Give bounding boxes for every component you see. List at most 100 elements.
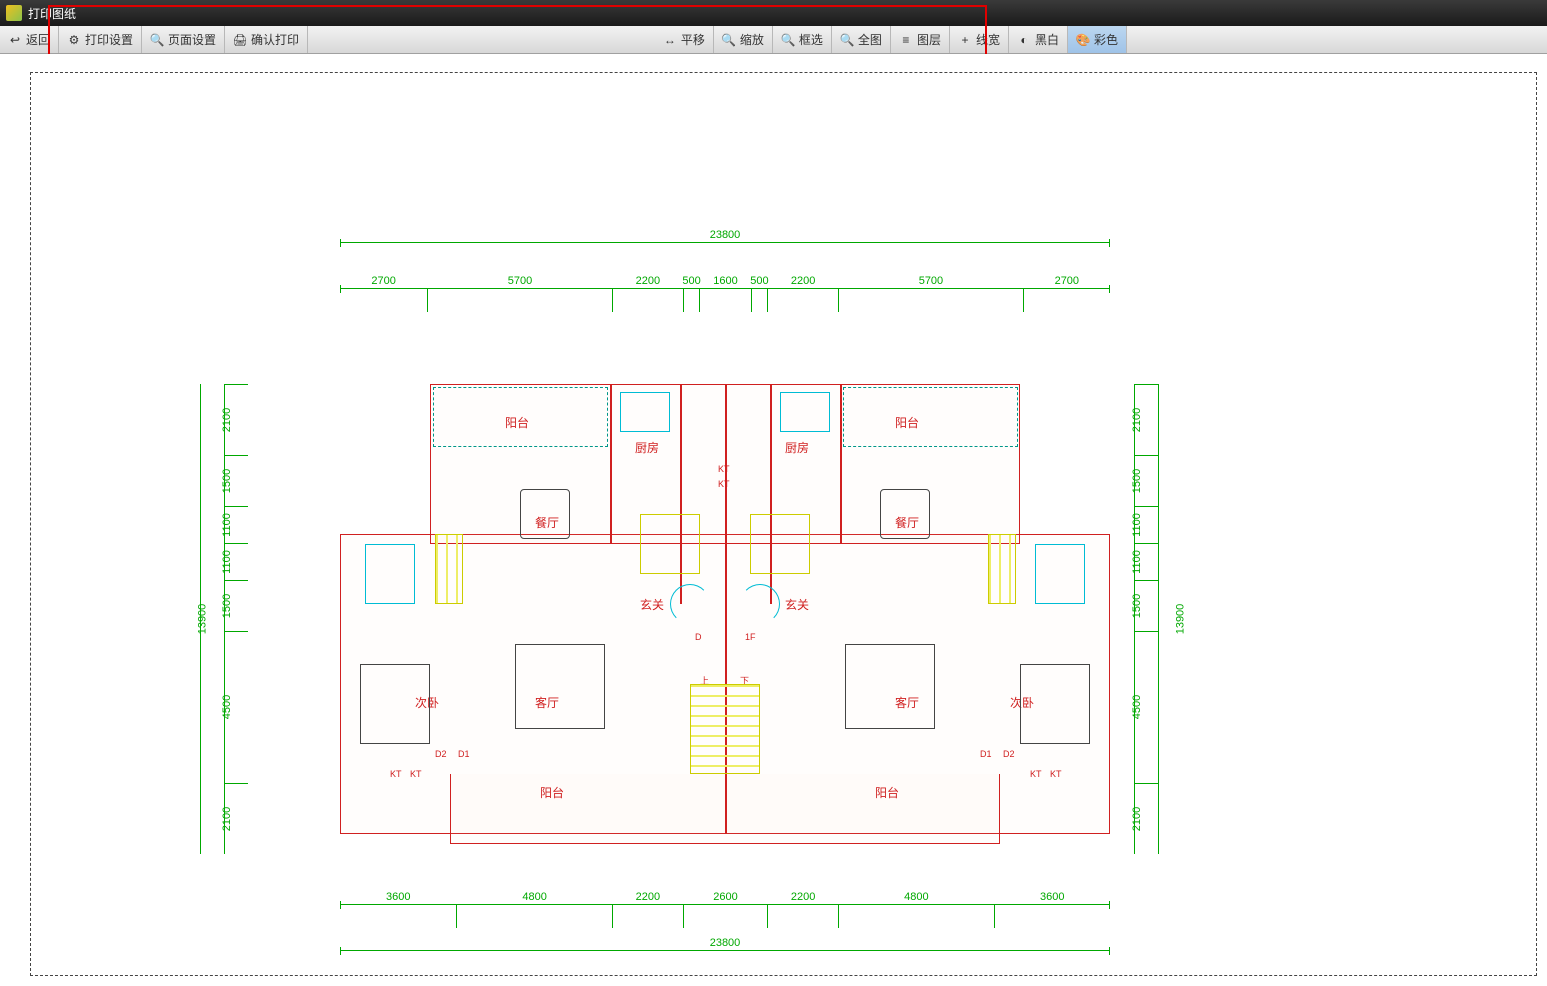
palette-icon: 🎨 <box>1076 33 1090 47</box>
dim-seg: 2700 <box>1023 289 1110 312</box>
label-entrance-r: 玄关 <box>785 596 809 613</box>
page-settings-button[interactable]: 🔍 页面设置 <box>142 26 225 53</box>
dim-seg: 4800 <box>838 905 993 928</box>
dim-vseg: 1500 <box>225 580 248 631</box>
color-button[interactable]: 🎨 彩色 <box>1068 26 1127 53</box>
door-arc-l <box>670 584 710 624</box>
stair-right-unit <box>988 534 1016 604</box>
toolbar-group-left: ↩ 返回 ⚙ 打印设置 🔍 页面设置 🖨 确认打印 <box>0 26 308 53</box>
bw-icon: ◐ <box>1017 33 1031 47</box>
dim-vseg: 1500 <box>1135 580 1158 631</box>
back-button[interactable]: ↩ 返回 <box>0 26 59 53</box>
dim-vseg: 1500 <box>1135 455 1158 506</box>
confirm-print-button[interactable]: 🖨 确认打印 <box>225 26 308 53</box>
app-icon <box>6 5 22 21</box>
dim-vseg: 1500 <box>225 455 248 506</box>
dimension-left: 13900 2100150011001100150045002100 <box>200 384 256 854</box>
stair-left-unit <box>435 534 463 604</box>
dimension-bottom: 3600480022002600220048003600 23800 <box>340 904 1110 954</box>
dim-seg: 5700 <box>427 289 611 312</box>
furniture-bed-r <box>1020 664 1090 744</box>
label-kt-4: KT <box>410 769 422 779</box>
floor-plan-drawing: 23800 2700570022005001600500220057002700… <box>260 294 1130 904</box>
label-kt-6: KT <box>1050 769 1062 779</box>
plan-body: 阳台 厨房 餐厅 玄关 客厅 次卧 阳台 阳台 厨房 餐厅 玄关 客厅 次卧 阳… <box>340 384 1110 834</box>
toolbar: ↩ 返回 ⚙ 打印设置 🔍 页面设置 🖨 确认打印 ↔ 平移 🔍 缩放 🔍 框选 <box>0 26 1547 54</box>
fit-all-button[interactable]: 🔍 全图 <box>832 26 891 53</box>
balcony-dashed-tl <box>433 387 608 447</box>
line-width-button[interactable]: + 线宽 <box>950 26 1009 53</box>
dim-seg: 2200 <box>612 905 683 928</box>
layers-button[interactable]: ≡ 图层 <box>891 26 950 53</box>
label-kitchen-l: 厨房 <box>635 439 659 456</box>
dim-seg: 1600 <box>699 289 751 312</box>
label-d2-l: D2 <box>435 749 447 759</box>
dim-vseg: 1100 <box>225 506 248 543</box>
dim-vseg: 2100 <box>1135 384 1158 455</box>
dim-seg: 2200 <box>767 905 838 928</box>
line-width-icon: + <box>958 33 972 47</box>
label-kitchen-r: 厨房 <box>785 439 809 456</box>
bw-button[interactable]: ◐ 黑白 <box>1009 26 1068 53</box>
dim-seg: 2600 <box>683 905 767 928</box>
label-d1-l: D1 <box>458 749 470 759</box>
box-select-icon: 🔍 <box>781 33 795 47</box>
gear-icon: ⚙ <box>67 33 81 47</box>
toolbar-group-right: ↔ 平移 🔍 缩放 🔍 框选 🔍 全图 ≡ 图层 + 线宽 ◐ 黑白 🎨 <box>655 26 1127 53</box>
back-arrow-icon: ↩ <box>8 33 22 47</box>
dimension-top: 23800 2700570022005001600500220057002700 <box>340 242 1110 292</box>
stair-central <box>690 684 760 774</box>
bathroom-r <box>1035 544 1085 604</box>
canvas-area[interactable]: 23800 2700570022005001600500220057002700… <box>0 54 1547 986</box>
dim-seg: 500 <box>683 289 699 312</box>
dim-vseg: 4500 <box>1135 631 1158 783</box>
dim-seg: 3600 <box>340 905 456 928</box>
printer-icon: 🖨 <box>233 33 247 47</box>
title-bar: 打印图纸 <box>0 0 1547 26</box>
dim-vseg: 2100 <box>225 783 248 854</box>
box-select-button[interactable]: 🔍 框选 <box>773 26 832 53</box>
dim-vseg: 1100 <box>1135 506 1158 543</box>
kitchen-counter-l <box>620 392 670 432</box>
kitchen-counter-r <box>780 392 830 432</box>
bathroom-l <box>365 544 415 604</box>
balcony-dashed-tr <box>843 387 1018 447</box>
door-arc-r <box>740 584 780 624</box>
dim-seg: 2200 <box>767 289 838 312</box>
zoom-button[interactable]: 🔍 缩放 <box>714 26 773 53</box>
app-title: 打印图纸 <box>28 5 76 22</box>
dim-seg: 2200 <box>612 289 683 312</box>
furniture-sofa-r <box>845 644 935 729</box>
pan-icon: ↔ <box>663 33 677 47</box>
elevator-l <box>640 514 700 574</box>
wall-v1 <box>610 384 612 544</box>
label-balcony-bl: 阳台 <box>540 784 564 801</box>
label-d1-r: D1 <box>980 749 992 759</box>
label-kt-3: KT <box>390 769 402 779</box>
furniture-bed-l <box>360 664 430 744</box>
page-icon: 🔍 <box>150 33 164 47</box>
dim-vseg: 4500 <box>225 631 248 783</box>
dim-seg: 4800 <box>456 905 611 928</box>
label-d2-r: D2 <box>1003 749 1015 759</box>
fit-icon: 🔍 <box>840 33 854 47</box>
dim-seg: 3600 <box>994 905 1110 928</box>
dim-vseg: 1100 <box>225 543 248 580</box>
label-balcony-br: 阳台 <box>875 784 899 801</box>
label-1f: 1F <box>745 632 756 642</box>
label-d: D <box>695 632 702 642</box>
label-entrance-l: 玄关 <box>640 596 664 613</box>
dim-seg: 5700 <box>838 289 1022 312</box>
label-kt-2: KT <box>718 479 730 489</box>
pan-button[interactable]: ↔ 平移 <box>655 26 714 53</box>
print-settings-button[interactable]: ⚙ 打印设置 <box>59 26 142 53</box>
dim-vseg: 1100 <box>1135 543 1158 580</box>
dim-vseg: 2100 <box>225 384 248 455</box>
furniture-sofa-l <box>515 644 605 729</box>
dimension-right: 2100150011001100150045002100 13900 <box>1134 384 1190 854</box>
wall-v4 <box>840 384 842 544</box>
dim-seg: 500 <box>751 289 767 312</box>
label-kt-5: KT <box>1030 769 1042 779</box>
zoom-icon: 🔍 <box>722 33 736 47</box>
dim-vseg: 2100 <box>1135 783 1158 854</box>
